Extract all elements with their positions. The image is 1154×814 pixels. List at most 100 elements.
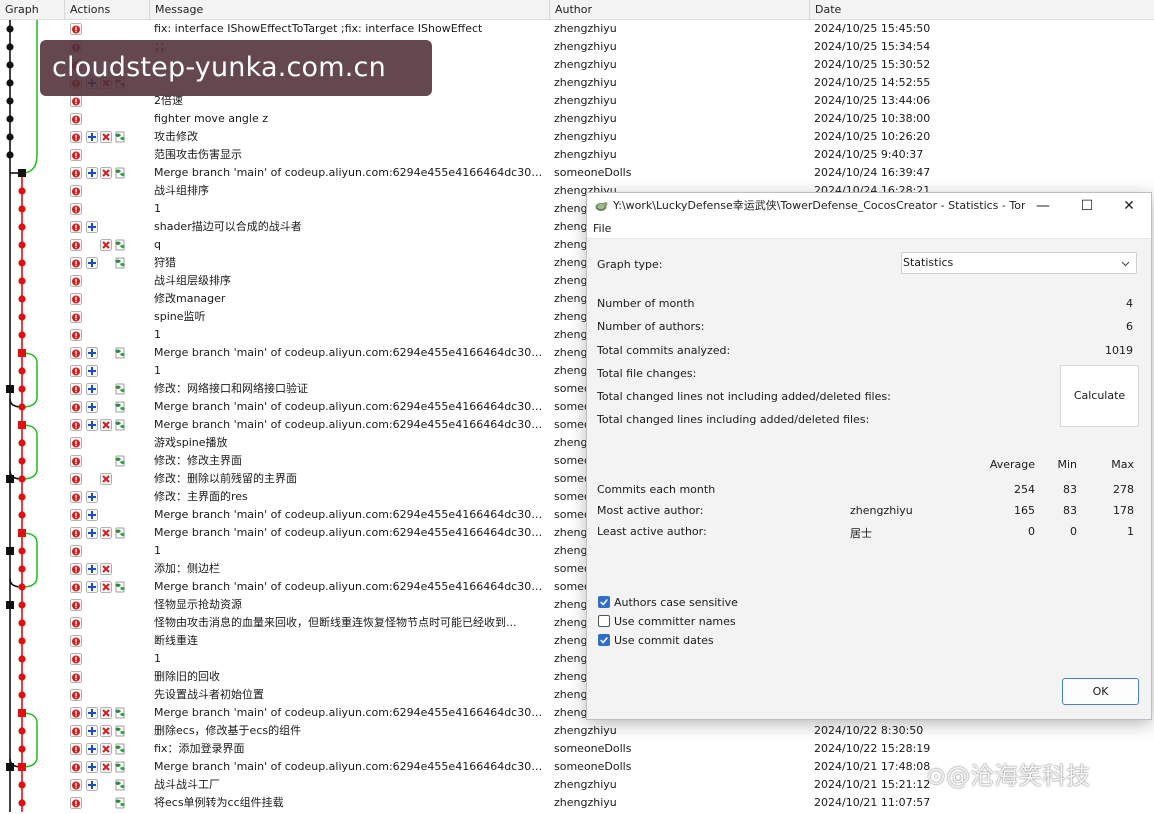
commit-date: 2024/10/25 10:26:20 bbox=[814, 130, 931, 143]
commit-message: 将ecs单例转为cc组件挂载 bbox=[154, 796, 284, 809]
error-icon bbox=[70, 203, 82, 215]
commit-message: 1 bbox=[154, 364, 161, 377]
graph-type-select[interactable]: Statistics bbox=[901, 252, 1137, 274]
commits-each-month-max: 278 bbox=[1113, 483, 1134, 496]
commit-author: zhengzhiyu bbox=[554, 130, 617, 143]
column-header-graph[interactable]: Graph bbox=[0, 0, 65, 20]
commit-actions bbox=[70, 632, 148, 650]
commit-author: someoneDolls bbox=[554, 166, 632, 179]
total-commits-label: Total commits analyzed: bbox=[597, 344, 731, 357]
commit-message: 删除旧的回收 bbox=[154, 670, 220, 683]
dialog-menubar: File bbox=[587, 219, 1151, 239]
commit-date: 2024/10/25 15:45:50 bbox=[814, 22, 931, 35]
added-file-icon bbox=[86, 347, 98, 359]
commit-message: 断线重连 bbox=[154, 634, 198, 647]
commit-message: shader描边可以合成的战斗者 bbox=[154, 220, 302, 233]
commit-date: 2024/10/21 11:07:57 bbox=[814, 796, 931, 809]
column-header-message[interactable]: Message bbox=[150, 0, 550, 20]
commit-actions bbox=[70, 110, 148, 128]
error-icon bbox=[70, 401, 82, 413]
commit-message: 战斗组排序 bbox=[154, 184, 209, 197]
commit-message: 范围攻击伤害显示 bbox=[154, 148, 242, 161]
added-file-icon bbox=[86, 401, 98, 413]
commit-message: Merge branch 'main' of codeup.aliyun.com… bbox=[154, 346, 546, 359]
commit-row[interactable]: 范围攻击伤害显示 zhengzhiyu 2024/10/25 9:40:37 bbox=[0, 146, 1154, 164]
deleted-file-icon bbox=[100, 239, 112, 251]
dialog-titlebar[interactable]: Y:\work\LuckyDefense幸运武侠\TowerDefense_Co… bbox=[587, 193, 1151, 219]
menu-file[interactable]: File bbox=[593, 219, 611, 239]
least-active-min: 0 bbox=[1070, 525, 1077, 538]
commit-actions bbox=[70, 668, 148, 686]
error-icon bbox=[70, 599, 82, 611]
commit-message: 战斗战斗工厂 bbox=[154, 778, 220, 791]
commit-author: zhengzhiyu bbox=[554, 40, 617, 53]
commit-actions bbox=[70, 380, 148, 398]
commit-actions bbox=[70, 596, 148, 614]
tortoise-app-icon bbox=[595, 202, 608, 211]
minimize-button[interactable]: — bbox=[1021, 193, 1065, 219]
commit-row[interactable]: fighter move angle z zhengzhiyu 2024/10/25… bbox=[0, 110, 1154, 128]
error-icon bbox=[70, 743, 82, 755]
commit-actions bbox=[70, 236, 148, 254]
commit-actions bbox=[70, 416, 148, 434]
commit-message: 删除ecs，修改基于ecs的组件 bbox=[154, 724, 302, 737]
error-icon bbox=[70, 293, 82, 305]
column-header-author[interactable]: Author bbox=[550, 0, 810, 20]
commits-each-month-label: Commits each month bbox=[597, 483, 716, 496]
column-header-actions[interactable]: Actions bbox=[65, 0, 150, 20]
modified-file-icon bbox=[115, 131, 125, 143]
lines-including-label: Total changed lines including added/dele… bbox=[597, 413, 870, 426]
use-committer-names-checkbox[interactable] bbox=[598, 615, 610, 627]
commit-author: zhengzhiyu bbox=[554, 778, 617, 791]
use-commit-dates-checkbox[interactable] bbox=[598, 634, 610, 646]
commit-actions bbox=[70, 650, 148, 668]
commit-actions bbox=[70, 200, 148, 218]
graph-type-value: Statistics bbox=[903, 256, 954, 269]
most-active-author-label: Most active author: bbox=[597, 504, 704, 517]
commit-actions bbox=[70, 560, 148, 578]
commit-message: 1 bbox=[154, 544, 161, 557]
use-committer-names-label[interactable]: Use committer names bbox=[614, 615, 736, 628]
deleted-file-icon bbox=[100, 167, 112, 179]
ok-button[interactable]: OK bbox=[1062, 678, 1139, 705]
modified-file-icon bbox=[115, 743, 125, 755]
error-icon bbox=[70, 131, 82, 143]
total-commits-value: 1019 bbox=[1105, 344, 1133, 357]
added-file-icon bbox=[86, 257, 98, 269]
commit-row[interactable]: 攻击修改 zhengzhiyu 2024/10/25 10:26:20 bbox=[0, 128, 1154, 146]
authors-case-sensitive-label[interactable]: Authors case sensitive bbox=[614, 596, 738, 609]
commit-actions bbox=[70, 722, 148, 740]
deleted-file-icon bbox=[100, 563, 112, 575]
commit-actions bbox=[70, 434, 148, 452]
commit-message: 修改：网络接口和网络接口验证 bbox=[154, 382, 308, 395]
column-header-date[interactable]: Date bbox=[810, 0, 1154, 20]
use-commit-dates-label[interactable]: Use commit dates bbox=[614, 634, 714, 647]
maximize-button[interactable]: ☐ bbox=[1065, 193, 1109, 219]
authors-case-sensitive-checkbox[interactable] bbox=[598, 596, 610, 608]
modified-file-icon bbox=[115, 383, 125, 395]
close-button[interactable]: ✕ bbox=[1107, 193, 1151, 219]
dialog-title: Y:\work\LuckyDefense幸运武侠\TowerDefense_Co… bbox=[613, 199, 1025, 212]
deleted-file-icon bbox=[100, 473, 112, 485]
commit-actions bbox=[70, 308, 148, 326]
error-icon bbox=[70, 311, 82, 323]
commit-date: 2024/10/22 8:30:50 bbox=[814, 724, 924, 737]
modified-file-icon bbox=[115, 761, 125, 773]
commit-message: 修改manager bbox=[154, 292, 226, 305]
commit-date: 2024/10/24 16:39:47 bbox=[814, 166, 931, 179]
commit-message: 修改：主界面的res bbox=[154, 490, 248, 503]
commit-message: 游戏spine播放 bbox=[154, 436, 228, 449]
error-icon bbox=[70, 509, 82, 521]
commit-message: Merge branch 'main' of codeup.aliyun.com… bbox=[154, 400, 546, 413]
commit-row[interactable]: Merge branch 'main' of codeup.aliyun.com… bbox=[0, 164, 1154, 182]
statistics-dialog: Y:\work\LuckyDefense幸运武侠\TowerDefense_Co… bbox=[586, 192, 1152, 720]
error-icon bbox=[70, 275, 82, 287]
least-active-average: 0 bbox=[1028, 525, 1035, 538]
modified-file-icon bbox=[115, 347, 125, 359]
commit-message: 战斗组层级排序 bbox=[154, 274, 231, 287]
commit-message: Merge branch 'main' of codeup.aliyun.com… bbox=[154, 508, 546, 521]
commit-row[interactable]: 删除ecs，修改基于ecs的组件 zhengzhiyu 2024/10/22 8:3… bbox=[0, 722, 1154, 740]
calculate-button[interactable]: Calculate bbox=[1060, 365, 1139, 427]
commit-row[interactable]: 将ecs单例转为cc组件挂载 zhengzhiyu 2024/10/21 11:07… bbox=[0, 794, 1154, 812]
commit-row[interactable]: fix: interface IShowEffectToTarget ;fix:… bbox=[0, 20, 1154, 38]
